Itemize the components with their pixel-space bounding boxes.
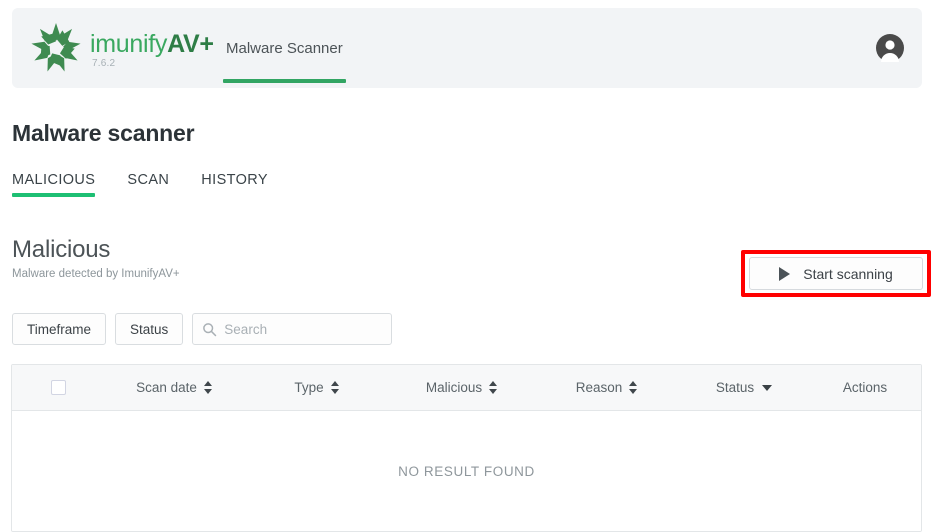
timeframe-filter-button[interactable]: Timeframe <box>12 313 107 345</box>
tab-malicious[interactable]: MALICIOUS <box>12 172 96 197</box>
sort-both-icon <box>489 381 498 394</box>
column-header-reason-label: Reason <box>575 380 623 395</box>
brand-name-light: imunify <box>90 30 168 58</box>
column-header-malicious-label: Malicious <box>425 380 483 395</box>
table-body-empty: NO RESULT FOUND <box>12 411 921 531</box>
select-all-cell <box>12 380 104 395</box>
checkbox-unchecked-icon[interactable] <box>50 380 66 395</box>
sort-descending-icon <box>762 384 773 391</box>
column-header-type-label: Type <box>294 380 324 395</box>
column-header-actions-label: Actions <box>842 380 888 395</box>
search-input[interactable] <box>224 321 385 337</box>
page-title: Malware scanner <box>12 120 195 146</box>
start-scanning-label: Start scanning <box>803 265 893 282</box>
filter-bar: Timeframe Status <box>12 313 393 345</box>
column-header-type[interactable]: Type <box>244 380 389 395</box>
sort-both-icon <box>629 381 638 394</box>
sort-both-icon <box>203 381 212 394</box>
app-nav-item-malware-scanner[interactable]: Malware Scanner <box>223 8 346 88</box>
column-header-status[interactable]: Status <box>679 380 809 395</box>
user-avatar-icon[interactable] <box>876 34 904 62</box>
brand-text: imunifyAV+ 7.6.2 <box>90 31 214 69</box>
brand-wordmark: imunifyAV+ <box>90 31 214 57</box>
search-box[interactable] <box>192 313 393 345</box>
column-header-reason[interactable]: Reason <box>534 380 679 395</box>
column-header-malicious[interactable]: Malicious <box>389 380 534 395</box>
app-nav-item-label: Malware Scanner <box>226 39 343 57</box>
section-title: Malicious <box>12 236 111 263</box>
brand-name-bold: AV+ <box>167 30 214 58</box>
tab-history-label: HISTORY <box>201 172 268 188</box>
tab-malicious-label: MALICIOUS <box>12 172 96 188</box>
start-scanning-button[interactable]: Start scanning <box>749 257 923 290</box>
brand-version: 7.6.2 <box>92 58 116 69</box>
section-tabs: MALICIOUS SCAN HISTORY <box>12 172 300 197</box>
status-filter-label: Status <box>130 321 169 337</box>
search-icon <box>203 322 217 336</box>
section-heading: Malicious Malware detected by ImunifyAV+ <box>12 236 180 280</box>
tab-scan[interactable]: SCAN <box>127 172 169 197</box>
section-subtitle: Malware detected by ImunifyAV+ <box>12 268 180 280</box>
table-header-row: Scan date Type Malicious Reason Status A… <box>12 365 921 411</box>
status-filter-button[interactable]: Status <box>115 313 184 345</box>
column-header-actions: Actions <box>809 380 921 395</box>
brand-logo[interactable]: imunifyAV+ 7.6.2 <box>30 22 214 74</box>
sort-both-icon <box>330 381 339 394</box>
column-header-status-label: Status <box>715 380 755 395</box>
tab-scan-label: SCAN <box>127 172 170 188</box>
imunify-starburst-logo-icon <box>31 23 81 72</box>
app-header: imunifyAV+ 7.6.2 Malware Scanner <box>12 8 922 88</box>
column-header-scan-date[interactable]: Scan date <box>104 380 244 395</box>
column-header-scan-date-label: Scan date <box>136 380 197 395</box>
app-nav: Malware Scanner <box>223 8 346 88</box>
play-icon <box>779 266 791 281</box>
no-result-message: NO RESULT FOUND <box>398 463 535 479</box>
malware-scanner-page: imunifyAV+ 7.6.2 Malware Scanner Malware… <box>0 0 933 532</box>
malicious-results-table: Scan date Type Malicious Reason Status A… <box>11 364 922 532</box>
timeframe-filter-label: Timeframe <box>27 321 92 337</box>
tab-history[interactable]: HISTORY <box>201 172 268 197</box>
